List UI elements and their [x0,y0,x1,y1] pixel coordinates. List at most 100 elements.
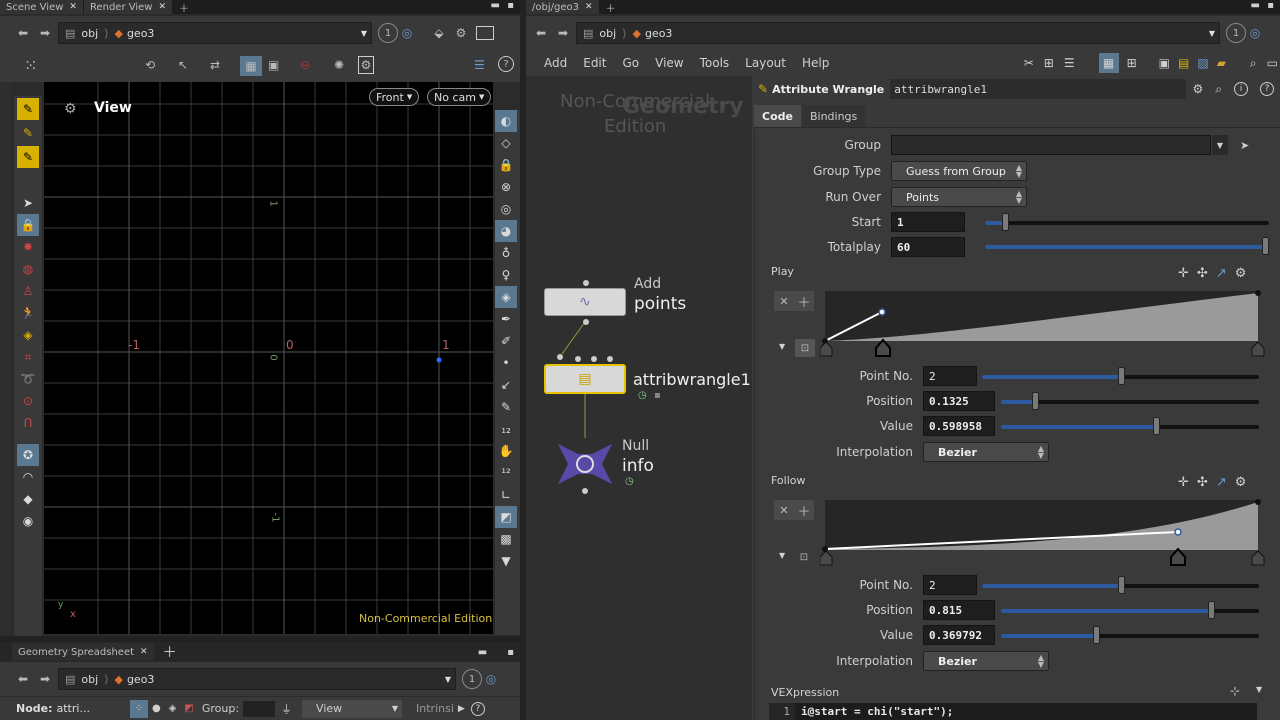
node-add-points[interactable]: ∿ [544,288,626,316]
ramp-expand-icon[interactable]: ⊡ [797,550,811,564]
points-mode-icon[interactable]: ⁘ [129,699,148,718]
node-input-port[interactable] [591,356,597,362]
follow-value-slider[interactable] [1001,626,1259,644]
chevron-down-icon[interactable]: ▼ [1256,685,1262,694]
group-field[interactable] [243,700,276,717]
pane-menu-icon[interactable]: ▬ [478,647,487,658]
ramp-add-button[interactable]: ＋ [794,500,814,520]
ramp-key-handle[interactable] [875,338,891,357]
tree-icon[interactable]: ⊞ [1044,56,1054,70]
folder-icon[interactable]: ▰ [1217,56,1226,70]
tab-obj-geo3[interactable]: /obj/geo3 ✕ [526,0,599,14]
record-icon[interactable]: ⊖ [300,58,310,72]
lock-camera-icon[interactable]: 🔒 [495,154,517,176]
viewport-3d[interactable]: -1 0 1 1 0 -1 ⚙ View Front ▼ No cam ▼ Non-… [44,82,493,634]
vex-tools-icon[interactable]: ⊹ [1230,684,1240,698]
tile-view-icon[interactable]: ⊞ [1127,56,1137,70]
camera-rotate-icon[interactable]: ⟲ [145,58,155,72]
path-obj[interactable]: obj [599,27,616,40]
position-field[interactable]: 0.1325 [923,391,995,411]
layers-icon[interactable]: ◆ [17,488,39,510]
bg-icon[interactable]: ◩ [495,506,517,528]
dot-icon[interactable]: • [495,352,517,374]
paint-tool-icon[interactable]: ✎ [17,98,39,120]
ramp-move-icon[interactable]: ✣ [1197,475,1208,493]
add-tab-button[interactable]: ＋ [163,642,177,662]
grid-view-icon[interactable]: ▦ [1098,53,1119,73]
close-icon[interactable]: ✕ [69,2,77,12]
crop-tool-icon[interactable]: ⌗ [17,346,39,368]
checker-icon[interactable]: ▩ [495,528,517,550]
value-field[interactable]: 0.369792 [923,625,995,645]
select-tool-icon[interactable]: ↖ [178,58,188,72]
close-icon[interactable]: ✕ [585,2,593,12]
ramp-point[interactable] [822,546,828,552]
back-arrow-icon[interactable]: ⬅ [530,26,552,40]
ramp-key-handle[interactable] [1251,341,1265,357]
path-obj[interactable]: obj [81,673,98,686]
play-value-slider[interactable] [1001,417,1259,435]
forward-arrow-icon[interactable]: ➡ [34,672,56,686]
path-geo[interactable]: geo3 [645,27,672,40]
path-obj[interactable]: obj [81,27,98,40]
node-input-port[interactable] [583,280,589,286]
draw-icon[interactable]: ✎ [495,396,517,418]
follow-interp-dropdown[interactable]: Bezier ▲ ▼ [923,651,1049,671]
scroll-down-icon[interactable]: ▼ [495,550,517,572]
angle-icon[interactable]: ∟ [495,484,517,506]
flipbook-icon[interactable]: ✺ [334,58,344,72]
totalplay-field[interactable]: 60 [891,237,965,257]
ramp-move-icon[interactable]: ✣ [1197,266,1208,284]
pane-menu-icon[interactable]: ▬ [1251,0,1260,11]
menu-help[interactable]: Help [802,56,829,70]
front-view-button[interactable]: Front ▼ [369,88,420,106]
ramp-expand-icon[interactable]: ⊡ [795,339,815,357]
brush-icon[interactable]: ✐ [495,330,517,352]
node-null-info[interactable] [554,440,616,488]
picture-icon[interactable]: ▨ [1197,56,1208,70]
point-no-field[interactable]: 2 [923,575,977,595]
position-field[interactable]: 0.815 [923,600,995,620]
maximize-icon[interactable]: ▪ [507,0,514,11]
tab-bindings[interactable]: Bindings [801,105,866,127]
pose-tool-icon[interactable]: ◍ [17,258,39,280]
help-icon[interactable]: ? [498,56,514,72]
totalplay-slider[interactable] [985,237,1269,255]
slider-knob[interactable] [1093,626,1100,644]
display-options-icon[interactable]: ⚙ [450,26,472,40]
filter-icon[interactable]: ⏚ [281,701,292,717]
grid-menu-icon[interactable]: ⁙ [24,56,37,75]
path-bar[interactable]: ▤ obj ⟩ ◆ geo3 ▼ [576,22,1220,44]
render-icon[interactable]: ⚙ [358,56,374,74]
path-bar[interactable]: ▤ obj ⟩ ◆ geo3 ▼ [58,668,456,690]
brush-tool-icon[interactable]: ✎ [17,122,39,144]
display-menu-icon[interactable]: ☰ [474,58,485,72]
follow-position-slider[interactable] [1001,601,1259,619]
help-icon[interactable]: ? [470,701,485,716]
detail-mode-icon[interactable]: ◩ [184,703,193,714]
ramp-delete-button[interactable]: ✕ [774,500,794,520]
play-ramp-graph[interactable] [820,288,1268,360]
slider-knob[interactable] [1208,601,1215,619]
add-tab-button[interactable]: ＋ [600,0,622,15]
number2-icon[interactable]: ¹² [495,462,517,484]
link-icon[interactable]: ◎ [398,26,416,40]
slider-knob[interactable] [1153,417,1160,435]
maximize-icon[interactable]: ▪ [507,647,514,658]
orbit-icon[interactable]: ◠ [17,466,39,488]
back-arrow-icon[interactable]: ⬅ [12,26,34,40]
bulb-icon[interactable]: ♁ [495,242,517,264]
play-arrow-icon[interactable]: ▶ [458,704,465,714]
ramp-point[interactable] [1174,528,1182,536]
menu-tools[interactable]: Tools [700,56,730,70]
chevron-down-icon[interactable]: ▼ [361,29,367,38]
chevron-down-icon[interactable]: ▼ [445,675,451,684]
ramp-key-handle[interactable] [1251,550,1265,566]
ramp-key-handle[interactable] [820,341,833,357]
headlight-icon[interactable]: ♀ [495,264,517,286]
path-bar[interactable]: ▤ obj ⟩ ◆ geo3 ▼ [58,22,372,44]
node-attribwrangle1[interactable]: ▤ [544,364,626,394]
handle-tool-icon[interactable]: ✸ [17,236,39,258]
ramp-point[interactable] [878,308,886,316]
pin-counter[interactable]: 1 [1226,23,1246,43]
